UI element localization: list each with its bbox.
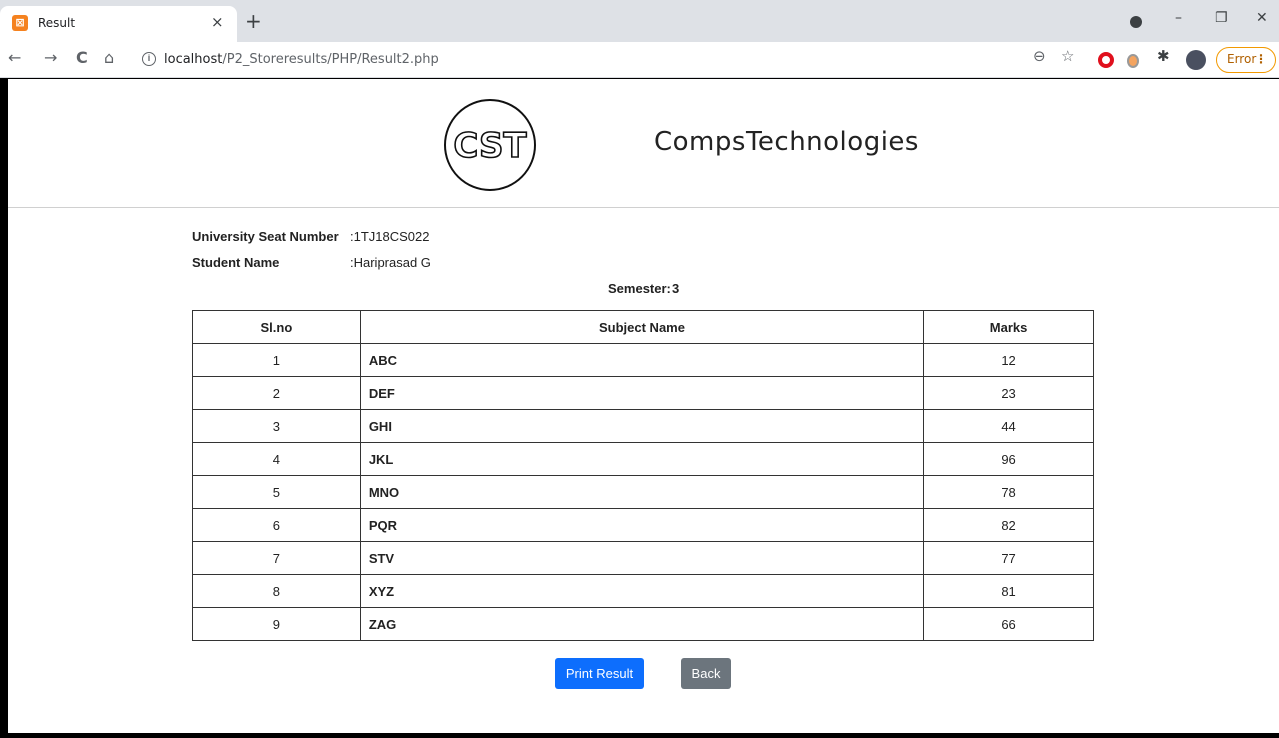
table-row: 8 XYZ 81 [192, 574, 1094, 608]
table-row: 6 PQR 82 [192, 508, 1094, 542]
home-icon[interactable]: ⌂ [104, 48, 114, 67]
usn-label: University Seat Number [192, 229, 339, 244]
subject-cell: DEF [359, 376, 925, 410]
slno-cell: 1 [192, 343, 361, 377]
zoom-icon[interactable]: ⊖ [1033, 47, 1046, 65]
tab-result[interactable]: ⊠ Result × [0, 6, 237, 42]
table-header-row: Sl.no Subject Name Marks [192, 310, 1094, 344]
subject-cell: ZAG [359, 607, 925, 641]
semester-label: Semester: [608, 281, 671, 296]
usn-value: :1TJ18CS022 [350, 229, 430, 244]
subject-cell: MNO [359, 475, 925, 509]
table-row: 3 GHI 44 [192, 409, 1094, 443]
semester-heading: Semester: 3 [608, 281, 679, 296]
marks-cell: 44 [923, 409, 1094, 443]
browser-window: ⊠ Result × + – ❐ ✕ ← → C ⌂ i localhost/P… [0, 0, 1279, 738]
back-button[interactable]: Back [681, 658, 731, 689]
marks-cell: 23 [923, 376, 1094, 410]
url-text: localhost/P2_Storeresults/PHP/Result2.ph… [164, 52, 439, 67]
brand-name: CompsTechnologies [654, 127, 919, 157]
marks-cell: 96 [923, 442, 1094, 476]
marks-cell: 81 [923, 574, 1094, 608]
subject-cell: ABC [359, 343, 925, 377]
print-result-button[interactable]: Print Result [555, 658, 644, 689]
slno-cell: 8 [192, 574, 361, 608]
site-header: CST CompsTechnologies [8, 79, 1279, 208]
close-window-icon[interactable]: ✕ [1256, 10, 1268, 26]
usn-row: University Seat Number :1TJ18CS022 [192, 229, 430, 244]
slno-cell: 5 [192, 475, 361, 509]
semester-value: 3 [672, 281, 680, 296]
slno-cell: 2 [192, 376, 361, 410]
kebab-menu-icon: ⋮ [1255, 52, 1267, 66]
back-arrow-icon[interactable]: ← [8, 48, 21, 67]
table-row: 5 MNO 78 [192, 475, 1094, 509]
marks-cell: 78 [923, 475, 1094, 509]
column-header-marks: Marks [923, 310, 1094, 344]
tab-title: Result [38, 16, 76, 30]
marks-cell: 77 [923, 541, 1094, 575]
restore-icon[interactable]: ❐ [1215, 10, 1228, 26]
table-row: 9 ZAG 66 [192, 607, 1094, 641]
opera-extension-icon[interactable] [1098, 52, 1114, 68]
student-name-value: :Hariprasad G [350, 255, 431, 270]
marks-cell: 66 [923, 607, 1094, 641]
extensions-puzzle-icon[interactable]: ✱ [1157, 47, 1170, 65]
profile-avatar-icon[interactable] [1186, 50, 1206, 70]
results-table: Sl.no Subject Name Marks 1 ABC 12 2 DEF 23 3… [192, 310, 1094, 641]
slno-cell: 6 [192, 508, 361, 542]
column-header-subject: Subject Name [359, 310, 925, 344]
page-viewport: CST CompsTechnologies University Seat Nu… [8, 79, 1279, 733]
student-name-row: Student Name :Hariprasad G [192, 255, 431, 270]
subject-cell: JKL [359, 442, 925, 476]
table-row: 7 STV 77 [192, 541, 1094, 575]
table-row: 1 ABC 12 [192, 343, 1094, 377]
tab-close-icon[interactable]: × [211, 13, 224, 31]
xampp-favicon-icon: ⊠ [12, 15, 28, 31]
subject-cell: GHI [359, 409, 925, 443]
column-header-slno: Sl.no [192, 310, 361, 344]
subject-cell: STV [359, 541, 925, 575]
bookmark-star-icon[interactable]: ☆ [1061, 47, 1074, 65]
subject-cell: PQR [359, 508, 925, 542]
table-row: 4 JKL 96 [192, 442, 1094, 476]
address-bar[interactable]: i localhost/P2_Storeresults/PHP/Result2.… [134, 46, 1084, 74]
svg-text:CST: CST [453, 126, 527, 166]
slno-cell: 9 [192, 607, 361, 641]
reload-icon[interactable]: C [76, 48, 88, 67]
subject-cell: XYZ [359, 574, 925, 608]
forward-arrow-icon[interactable]: → [44, 48, 57, 67]
slno-cell: 3 [192, 409, 361, 443]
media-indicator-icon[interactable] [1130, 16, 1142, 28]
slno-cell: 7 [192, 541, 361, 575]
new-tab-icon[interactable]: + [245, 11, 262, 31]
error-button[interactable]: Error ⋮ [1216, 47, 1276, 73]
slno-cell: 4 [192, 442, 361, 476]
cst-logo-icon: CST [444, 99, 536, 191]
student-name-label: Student Name [192, 255, 280, 270]
site-info-icon[interactable]: i [142, 52, 156, 66]
marks-cell: 82 [923, 508, 1094, 542]
minimize-icon[interactable]: – [1175, 10, 1182, 26]
extension-badge-icon[interactable] [1127, 54, 1139, 68]
tab-strip: ⊠ Result × + – ❐ ✕ [0, 0, 1279, 42]
marks-cell: 12 [923, 343, 1094, 377]
table-row: 2 DEF 23 [192, 376, 1094, 410]
browser-toolbar: ← → C ⌂ i localhost/P2_Storeresults/PHP/… [0, 42, 1279, 78]
